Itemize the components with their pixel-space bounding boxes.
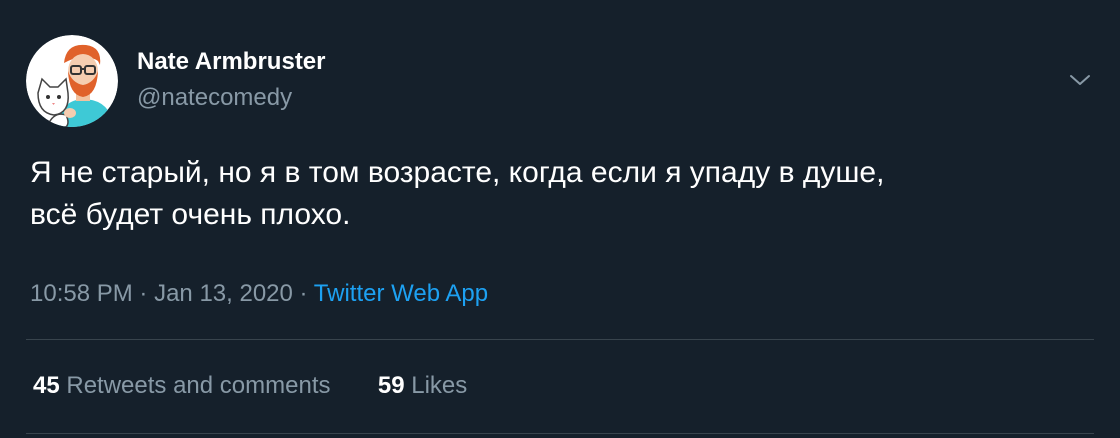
separator: · bbox=[299, 280, 308, 307]
tweet-time[interactable]: 10:58 PM bbox=[30, 280, 133, 307]
engagement-stats: 45 Retweets and comments 59 Likes bbox=[33, 372, 467, 400]
retweets-label: Retweets and comments bbox=[66, 372, 331, 399]
avatar[interactable] bbox=[26, 35, 118, 127]
tweet-text: Я не старый, но я в том возрасте, когда … bbox=[30, 152, 1105, 236]
divider bbox=[26, 339, 1094, 340]
display-name[interactable]: Nate Armbruster bbox=[137, 48, 326, 76]
avatar-illustration bbox=[26, 35, 118, 127]
likes-label: Likes bbox=[411, 372, 468, 399]
user-handle[interactable]: @natecomedy bbox=[137, 84, 292, 112]
tweet-metadata: 10:58 PM · Jan 13, 2020 · Twitter Web Ap… bbox=[30, 280, 488, 308]
chevron-down-icon[interactable] bbox=[1066, 66, 1094, 94]
retweets-count: 45 bbox=[33, 372, 60, 399]
retweets-stat[interactable]: 45 Retweets and comments bbox=[33, 372, 337, 399]
likes-stat[interactable]: 59 Likes bbox=[378, 372, 467, 399]
tweet-date[interactable]: Jan 13, 2020 bbox=[154, 280, 293, 307]
separator: · bbox=[139, 280, 148, 307]
tweet-card: Nate Armbruster @natecomedy Я не старый,… bbox=[0, 0, 1120, 438]
likes-count: 59 bbox=[377, 372, 405, 399]
divider bbox=[26, 433, 1094, 434]
tweet-text-line: Я не старый, но я в том возрасте, когда … bbox=[30, 156, 885, 189]
tweet-source-link[interactable]: Twitter Web App bbox=[314, 280, 488, 307]
tweet-text-line: всё будет очень плохо. bbox=[30, 198, 351, 231]
